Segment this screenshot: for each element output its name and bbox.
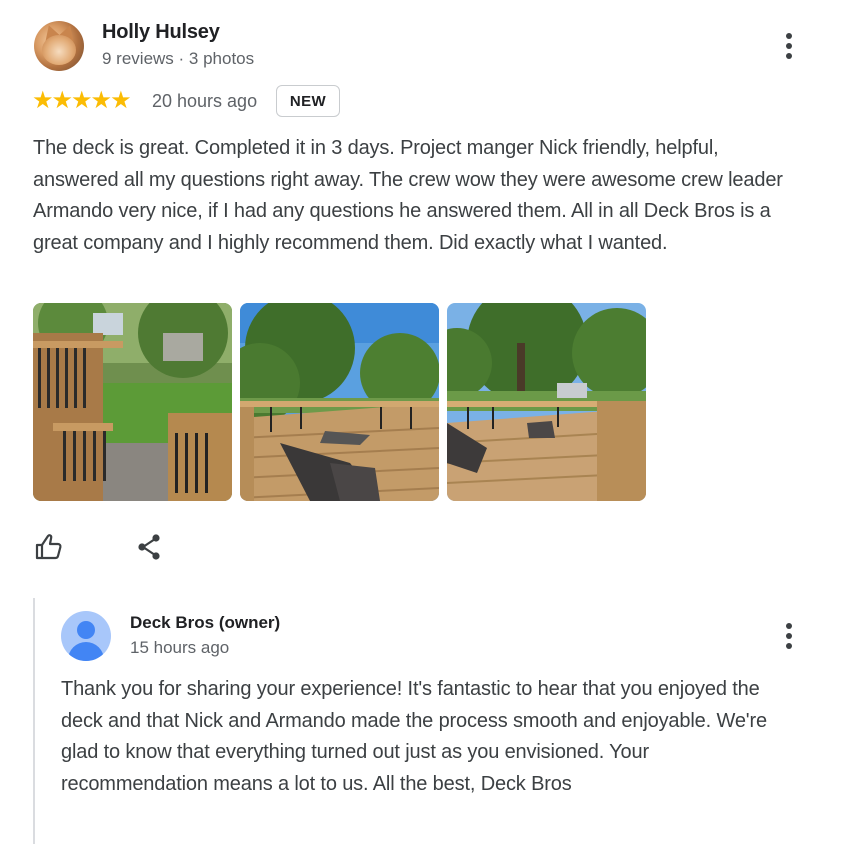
star-rating: ★★★★★ xyxy=(32,87,132,114)
new-badge: NEW xyxy=(276,85,340,117)
owner-reply-text: Thank you for sharing your experience! I… xyxy=(61,678,767,795)
share-icon[interactable] xyxy=(134,532,164,562)
reviewer-meta: 9 reviews · 3 photos xyxy=(102,49,255,68)
more-vert-icon[interactable] xyxy=(785,33,793,59)
review-photo-2[interactable] xyxy=(240,303,439,501)
deck-stairs-photo xyxy=(33,303,232,501)
owner-name: Deck Bros (owner) xyxy=(130,613,281,632)
thumbs-up-icon[interactable] xyxy=(34,532,64,562)
owner-avatar-icon xyxy=(61,611,111,661)
review-time: 20 hours ago xyxy=(152,91,258,111)
review-photo-3[interactable] xyxy=(447,303,646,501)
more-vert-icon[interactable] xyxy=(785,623,793,649)
reply-divider xyxy=(33,598,35,844)
avatar-cat-face xyxy=(42,35,76,65)
reviewer-name[interactable]: Holly Hulsey xyxy=(102,21,220,44)
deck-wide-photo xyxy=(447,303,646,501)
deck-chair-photo xyxy=(240,303,439,501)
review-text: The deck is great. Completed it in 3 day… xyxy=(33,137,783,254)
owner-reply-time: 15 hours ago xyxy=(130,638,230,657)
review-photo-1[interactable] xyxy=(33,303,232,501)
reviewer-avatar[interactable] xyxy=(34,21,84,71)
